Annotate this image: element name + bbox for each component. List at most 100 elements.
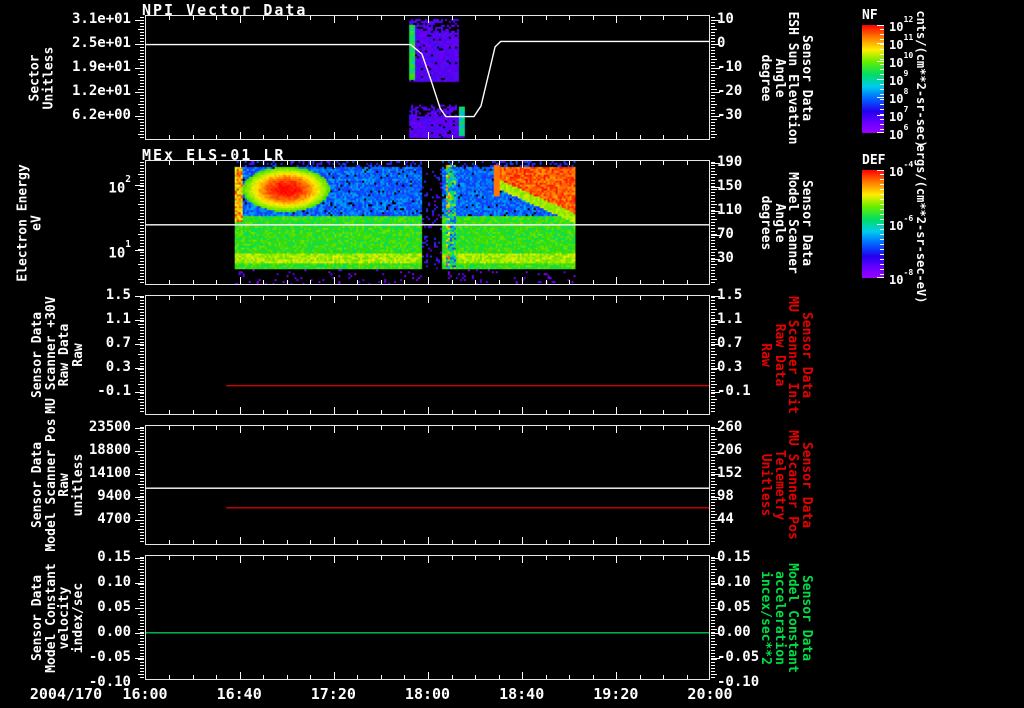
tick bbox=[880, 184, 884, 185]
tick bbox=[140, 541, 144, 542]
tick bbox=[140, 511, 144, 512]
tick bbox=[711, 626, 715, 627]
tick bbox=[880, 174, 884, 175]
tick bbox=[140, 348, 144, 349]
tick bbox=[140, 56, 144, 57]
tick bbox=[711, 125, 715, 126]
tick bbox=[880, 234, 884, 235]
tick bbox=[140, 95, 144, 96]
tick bbox=[711, 590, 715, 591]
tick bbox=[711, 240, 715, 241]
tick bbox=[140, 671, 144, 672]
tick bbox=[711, 279, 717, 280]
tick bbox=[140, 276, 144, 277]
tick bbox=[711, 351, 715, 352]
tick bbox=[880, 179, 884, 180]
tick bbox=[711, 95, 715, 96]
tick bbox=[711, 372, 715, 373]
tick bbox=[138, 454, 144, 455]
tick bbox=[877, 169, 884, 171]
tick bbox=[711, 430, 715, 431]
tick bbox=[711, 273, 715, 274]
tick bbox=[140, 297, 144, 298]
tick bbox=[140, 490, 144, 491]
tick bbox=[135, 367, 144, 369]
tick bbox=[711, 448, 715, 449]
tick bbox=[880, 254, 884, 255]
colorbar-unit-label: ergs/(cm**2-sr-sec-eV) bbox=[913, 144, 928, 304]
tick bbox=[140, 258, 144, 259]
tick bbox=[711, 113, 715, 114]
tick bbox=[880, 239, 884, 240]
x-tick-label: 16:40 bbox=[216, 685, 262, 703]
tick bbox=[140, 213, 144, 214]
tick bbox=[711, 26, 715, 27]
tick bbox=[880, 264, 884, 265]
tick bbox=[140, 53, 144, 54]
tick bbox=[711, 77, 715, 78]
tick bbox=[711, 475, 715, 476]
tick bbox=[880, 189, 884, 190]
tick bbox=[711, 378, 715, 379]
tick bbox=[140, 587, 144, 588]
tick bbox=[140, 357, 144, 358]
tick bbox=[880, 49, 884, 50]
tick bbox=[711, 101, 715, 102]
tick bbox=[140, 330, 144, 331]
tick bbox=[138, 599, 144, 600]
tick bbox=[140, 560, 144, 561]
tick bbox=[711, 50, 715, 51]
tick bbox=[880, 214, 884, 215]
tick bbox=[711, 393, 715, 394]
tick bbox=[138, 309, 144, 310]
tick bbox=[711, 252, 715, 253]
tick bbox=[711, 177, 715, 178]
x-tick-label: 18:00 bbox=[404, 685, 451, 703]
tick bbox=[140, 261, 144, 262]
tick bbox=[711, 641, 715, 642]
tick bbox=[140, 336, 144, 337]
tick bbox=[711, 23, 715, 24]
plot-area-npi-vector-data bbox=[145, 15, 710, 140]
tick bbox=[711, 180, 715, 181]
tick bbox=[140, 32, 144, 33]
tick bbox=[140, 662, 144, 663]
tick bbox=[140, 466, 144, 467]
tick bbox=[711, 523, 715, 524]
tick bbox=[140, 180, 144, 181]
tick bbox=[711, 312, 715, 313]
tick bbox=[140, 405, 144, 406]
tick bbox=[711, 282, 715, 283]
tick bbox=[140, 665, 144, 666]
tick bbox=[140, 396, 144, 397]
tick bbox=[711, 29, 717, 30]
tick bbox=[140, 282, 144, 283]
tick bbox=[880, 244, 884, 245]
tick bbox=[711, 122, 715, 123]
tick bbox=[135, 391, 144, 393]
colorbar-tick-label: 10-8 bbox=[889, 266, 914, 287]
tick bbox=[140, 523, 144, 524]
tick bbox=[711, 623, 715, 624]
tick bbox=[138, 644, 144, 645]
y-tick-label-left: 2.5e+01 bbox=[71, 35, 131, 51]
tick bbox=[711, 306, 715, 307]
tick bbox=[140, 668, 144, 669]
y-axis-label-right-model-constant-velocity: Sensor Data Model Constant acceleration … bbox=[758, 562, 815, 673]
tick bbox=[140, 222, 144, 223]
tick bbox=[140, 532, 144, 533]
tick bbox=[880, 79, 884, 80]
tick bbox=[711, 270, 715, 271]
line-overlay-mex-els-01-lr bbox=[146, 224, 709, 226]
tick bbox=[138, 119, 144, 120]
y-tick-label-left: 101 bbox=[108, 239, 131, 262]
tick bbox=[140, 381, 144, 382]
colorbar-name: NF bbox=[862, 8, 878, 23]
tick bbox=[711, 80, 715, 81]
tick bbox=[711, 222, 715, 223]
tick bbox=[135, 43, 144, 45]
tick bbox=[135, 91, 144, 93]
tick bbox=[711, 83, 715, 84]
tick bbox=[140, 17, 144, 18]
tick bbox=[711, 183, 715, 184]
